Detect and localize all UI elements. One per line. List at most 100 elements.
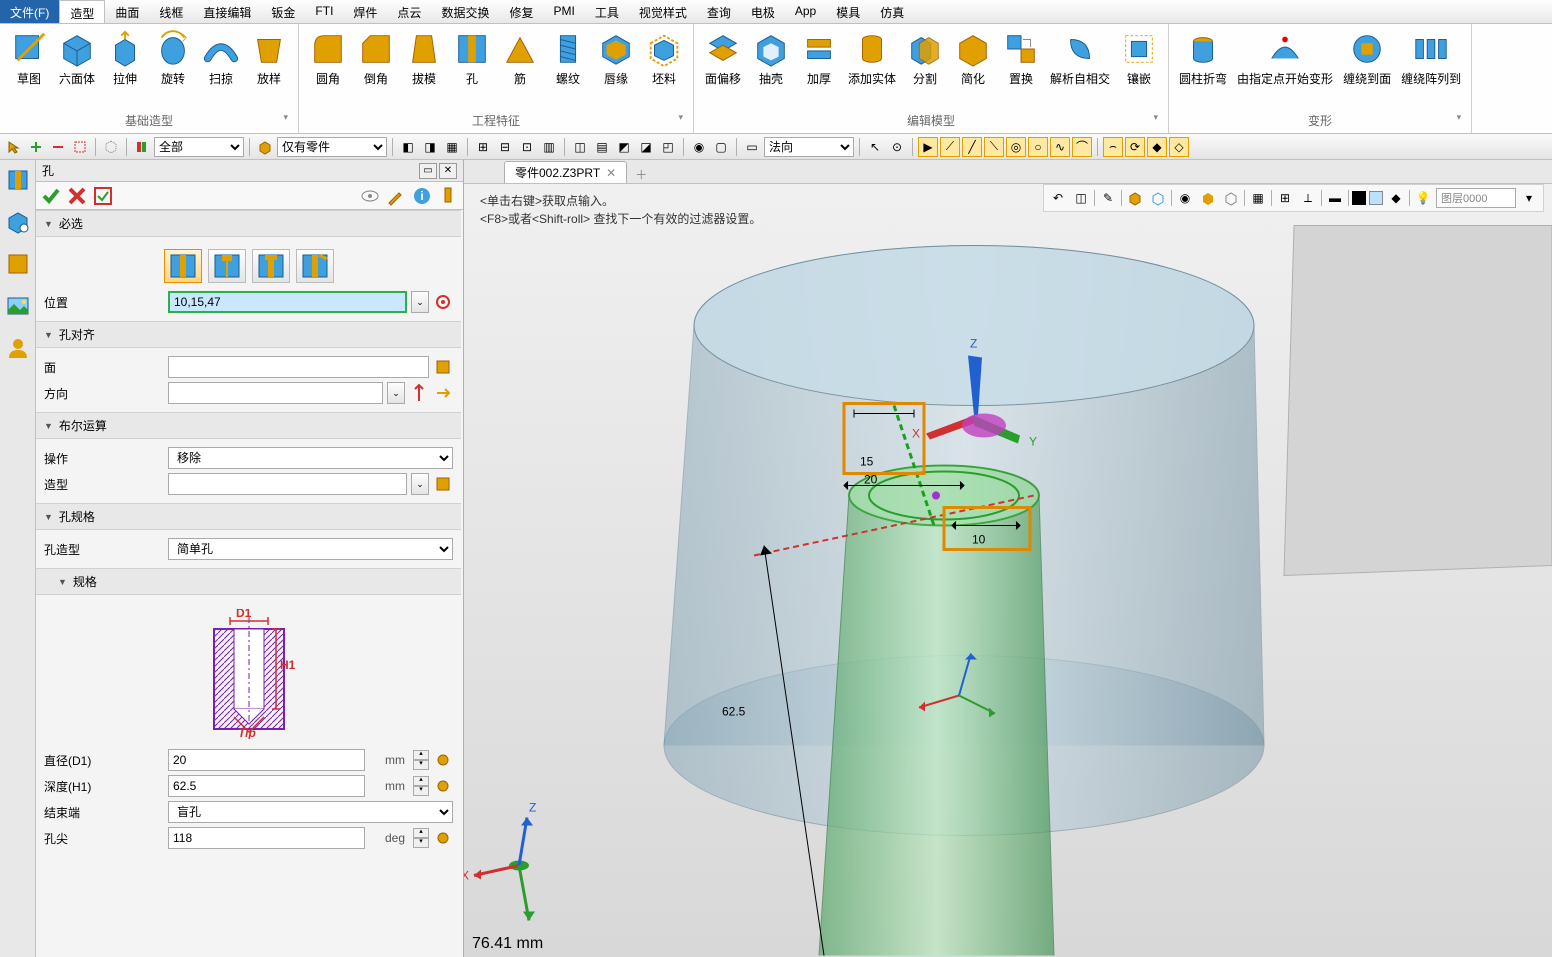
tb-icon-21[interactable]: ○ — [1028, 137, 1048, 157]
tb-icon-12[interactable]: ◰ — [658, 137, 678, 157]
face-input[interactable] — [168, 356, 429, 378]
section-specsub[interactable]: 规格 — [36, 568, 461, 595]
tb-icon-24[interactable]: ⌢ — [1103, 137, 1123, 157]
tb-arrow-icon[interactable]: ↖ — [865, 137, 885, 157]
ribbon-btn-sketch[interactable]: 草图 — [6, 28, 52, 108]
tb-icon-4[interactable]: ⊞ — [473, 137, 493, 157]
menu-tab-mold[interactable]: 模具 — [826, 0, 870, 23]
menu-tab-app[interactable]: App — [785, 0, 826, 23]
menu-tab-inquire[interactable]: 查询 — [697, 0, 741, 23]
ribbon-btn-revolve[interactable]: 旋转 — [150, 28, 196, 108]
diameter-pick-icon[interactable] — [433, 750, 453, 770]
tb-select-icon[interactable] — [70, 137, 90, 157]
tb-icon-1[interactable]: ◧ — [398, 137, 418, 157]
ribbon-btn-simplify[interactable]: 简化 — [950, 28, 996, 108]
cancel-icon[interactable] — [66, 185, 88, 207]
menu-tab-pointcloud[interactable]: 点云 — [387, 0, 431, 23]
hole-type-4[interactable] — [296, 249, 334, 283]
pin-icon[interactable] — [437, 185, 459, 207]
tb-icon-26[interactable]: ◆ — [1147, 137, 1167, 157]
gutter-part-icon[interactable] — [6, 252, 30, 276]
gutter-hole-icon[interactable] — [6, 168, 30, 192]
menu-tab-fti[interactable]: FTI — [305, 0, 343, 23]
diameter-input[interactable] — [168, 749, 365, 771]
ribbon-btn-loft[interactable]: 放样 — [246, 28, 292, 108]
info-icon[interactable]: i — [411, 185, 433, 207]
menu-tab-surface[interactable]: 曲面 — [105, 0, 149, 23]
ribbon-btn-split[interactable]: 分割 — [902, 28, 948, 108]
tb-icon-3[interactable]: ▦ — [442, 137, 462, 157]
tb-icon-16[interactable]: ⊙ — [887, 137, 907, 157]
hole-type-1[interactable] — [164, 249, 202, 283]
ribbon-btn-replace[interactable]: 置换 — [998, 28, 1044, 108]
tb-partfilter-select[interactable]: 仅有零件 — [277, 137, 387, 157]
holetype-select[interactable]: 简单孔 — [168, 538, 453, 560]
menu-tab-electrode[interactable]: 电极 — [741, 0, 785, 23]
viewport-3d[interactable]: ↶ ◫ ✎ ◉ ▦ ⊞ ⟂ ▬ ◆ — [464, 184, 1552, 957]
ribbon-btn-addsolid[interactable]: 添加实体 — [844, 28, 900, 108]
tb-cursor-icon[interactable] — [4, 137, 24, 157]
tb-icon-20[interactable]: ◎ — [1006, 137, 1026, 157]
tb-filter-select[interactable]: 全部 — [154, 137, 244, 157]
ribbon-btn-lip[interactable]: 唇缘 — [593, 28, 639, 108]
ribbon-btn-hole[interactable]: 孔 — [449, 28, 495, 108]
tb-icon-15[interactable]: ▭ — [742, 137, 762, 157]
tb-icon-19[interactable]: ⟍ — [984, 137, 1004, 157]
ribbon-btn-stock[interactable]: 坯料 — [641, 28, 687, 108]
tb-icon-9[interactable]: ▤ — [592, 137, 612, 157]
diameter-spin-down[interactable]: ▾ — [413, 760, 429, 770]
dir-flip-icon[interactable] — [433, 383, 453, 403]
shape-pick-icon[interactable] — [433, 474, 453, 494]
section-align[interactable]: 孔对齐 — [36, 321, 461, 348]
menu-tab-exchange[interactable]: 数据交换 — [431, 0, 499, 23]
position-pick-icon[interactable] — [433, 292, 453, 312]
ribbon-btn-wraparray[interactable]: 缠绕阵列到 — [1397, 28, 1465, 108]
tb-plus-icon[interactable] — [26, 137, 46, 157]
depth-pick-icon[interactable] — [433, 776, 453, 796]
section-spec[interactable]: 孔规格 — [36, 503, 461, 530]
document-tab[interactable]: 零件002.Z3PRT ✕ — [504, 161, 627, 183]
shape-input[interactable] — [168, 473, 407, 495]
section-required[interactable]: 必选 — [36, 210, 461, 237]
tb-play-icon[interactable]: ▶ — [918, 137, 938, 157]
apply-icon[interactable] — [92, 185, 114, 207]
tip-pick-icon[interactable] — [433, 828, 453, 848]
menu-tab-heal[interactable]: 修复 — [499, 0, 543, 23]
brush-icon[interactable] — [385, 185, 407, 207]
ribbon-btn-rib[interactable]: 筋 — [497, 28, 543, 108]
ribbon-btn-selfintersect[interactable]: 解析自相交 — [1046, 28, 1114, 108]
ribbon-btn-offset[interactable]: 面偏移 — [700, 28, 746, 108]
menu-tab-modeling[interactable]: 造型 — [59, 0, 105, 23]
menu-tab-weld[interactable]: 焊件 — [343, 0, 387, 23]
ribbon-btn-chamfer[interactable]: 倒角 — [353, 28, 399, 108]
ribbon-btn-extrude[interactable]: 拉伸 — [102, 28, 148, 108]
tb-hex-icon[interactable] — [101, 137, 121, 157]
dir-dropdown[interactable]: ⌄ — [387, 382, 405, 404]
ribbon-btn-fillet[interactable]: 圆角 — [305, 28, 351, 108]
face-pick-icon[interactable] — [433, 357, 453, 377]
tb-icon-17[interactable]: ⟋ — [940, 137, 960, 157]
diameter-spin-up[interactable]: ▴ — [413, 750, 429, 760]
tip-spin-up[interactable]: ▴ — [413, 828, 429, 838]
ribbon-btn-shell[interactable]: 抽壳 — [748, 28, 794, 108]
ribbon-btn-box[interactable]: 六面体 — [54, 28, 100, 108]
gutter-image-icon[interactable] — [6, 294, 30, 318]
tb-icon-25[interactable]: ⟳ — [1125, 137, 1145, 157]
tb-icon-5[interactable]: ⊟ — [495, 137, 515, 157]
tip-input[interactable] — [168, 827, 365, 849]
ribbon-btn-thicken[interactable]: 加厚 — [796, 28, 842, 108]
tb-icon-18[interactable]: ╱ — [962, 137, 982, 157]
position-input[interactable] — [168, 291, 407, 313]
menu-tab-sheetmetal[interactable]: 钣金 — [261, 0, 305, 23]
tb-icon-22[interactable]: ∿ — [1050, 137, 1070, 157]
tb-icon-10[interactable]: ◩ — [614, 137, 634, 157]
section-bool[interactable]: 布尔运算 — [36, 412, 461, 439]
tb-icon-27[interactable]: ◇ — [1169, 137, 1189, 157]
gutter-user-icon[interactable] — [6, 336, 30, 360]
menu-tab-wireframe[interactable]: 线框 — [149, 0, 193, 23]
dir-pick-icon[interactable] — [409, 383, 429, 403]
ribbon-btn-sweep[interactable]: 扫掠 — [198, 28, 244, 108]
end-select[interactable]: 盲孔 — [168, 801, 453, 823]
tab-close-icon[interactable]: ✕ — [606, 166, 616, 180]
tb-icon-2[interactable]: ◨ — [420, 137, 440, 157]
